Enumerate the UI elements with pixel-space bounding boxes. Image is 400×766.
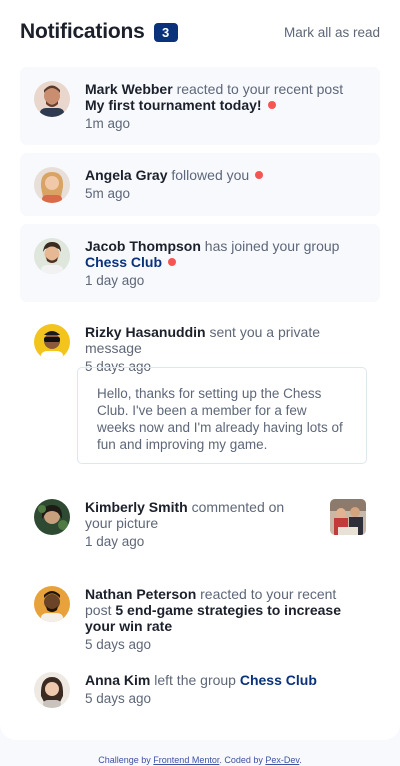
notification-item[interactable]: Angela Gray followed you 5m ago: [20, 153, 380, 216]
avatar[interactable]: [34, 167, 70, 203]
notification-content: Rizky Hasanuddin sent you a private mess…: [85, 324, 366, 374]
avatar[interactable]: [34, 586, 70, 622]
notifications-header: Notifications 3 Mark all as read: [20, 18, 380, 46]
page-title: Notifications: [20, 20, 145, 43]
avatar[interactable]: [34, 499, 70, 535]
notification-item[interactable]: Rizky Hasanuddin sent you a private mess…: [20, 310, 380, 374]
attribution-footer: Challenge by Frontend Mentor. Coded by P…: [0, 755, 400, 765]
notification-action: has joined your group: [204, 238, 340, 254]
unread-count-badge: 3: [153, 22, 178, 42]
notification-group-link[interactable]: Chess Club: [85, 254, 162, 270]
notification-user[interactable]: Nathan Peterson: [85, 586, 196, 602]
commented-picture-thumbnail[interactable]: [330, 499, 366, 535]
unread-dot-icon: [168, 258, 177, 266]
avatar[interactable]: [34, 238, 70, 274]
notification-user[interactable]: Kimberly Smith: [85, 499, 188, 515]
notification-time: 5 days ago: [85, 691, 152, 706]
attribution-suffix: .: [299, 755, 302, 765]
notification-item[interactable]: Kimberly Smith commented on your picture…: [20, 485, 380, 555]
notification-content: Nathan Peterson reacted to your recent p…: [85, 586, 366, 652]
notification-time: 5m ago: [85, 186, 131, 201]
notification-time: 5 days ago: [85, 637, 152, 652]
unread-dot-icon: [267, 101, 276, 109]
avatar[interactable]: [34, 672, 70, 708]
avatar[interactable]: [34, 324, 70, 360]
notification-user[interactable]: Mark Webber: [85, 81, 173, 97]
notification-user[interactable]: Angela Gray: [85, 167, 167, 183]
notification-item[interactable]: Jacob Thompson has joined your group Che…: [20, 224, 380, 302]
notification-action: reacted to your recent post: [176, 81, 344, 97]
unread-dot-icon: [255, 171, 264, 179]
notification-item[interactable]: Mark Webber reacted to your recent post …: [20, 67, 380, 145]
notification-post-link[interactable]: My first tournament today!: [85, 97, 262, 113]
frontend-mentor-link[interactable]: Frontend Mentor: [153, 755, 219, 765]
notification-user[interactable]: Rizky Hasanuddin: [85, 324, 206, 340]
attribution-middle: . Coded by: [219, 755, 263, 765]
notification-time: 1 day ago: [85, 534, 145, 549]
notification-content: Anna Kim left the group Chess Club 5 day…: [85, 672, 366, 719]
notification-user[interactable]: Jacob Thompson: [85, 238, 201, 254]
notification-content: Mark Webber reacted to your recent post …: [85, 81, 366, 145]
author-link[interactable]: Pex-Dev: [265, 755, 299, 765]
notification-action: left the group: [154, 672, 236, 688]
notification-item[interactable]: Nathan Peterson reacted to your recent p…: [20, 572, 380, 652]
notification-content: Jacob Thompson has joined your group Che…: [85, 238, 366, 302]
avatar[interactable]: [34, 81, 70, 117]
mark-all-read-button[interactable]: Mark all as read: [284, 25, 380, 40]
private-message-preview[interactable]: Hello, thanks for setting up the Chess C…: [77, 367, 367, 464]
attribution-prefix: Challenge by: [98, 755, 151, 765]
notification-action: followed you: [171, 167, 250, 183]
notification-time: 1m ago: [85, 116, 131, 131]
notification-content: Angela Gray followed you 5m ago: [85, 167, 366, 216]
notification-item[interactable]: Anna Kim left the group Chess Club 5 day…: [20, 659, 380, 719]
notification-user[interactable]: Anna Kim: [85, 672, 150, 688]
notification-time: 1 day ago: [85, 273, 145, 288]
notifications-card: Notifications 3 Mark all as read Mark We…: [0, 0, 400, 740]
notification-content: Kimberly Smith commented on your picture…: [85, 499, 310, 555]
notification-post-link[interactable]: 5 end-game strategies to increase your w…: [85, 602, 341, 634]
notification-group-link[interactable]: Chess Club: [240, 672, 317, 688]
